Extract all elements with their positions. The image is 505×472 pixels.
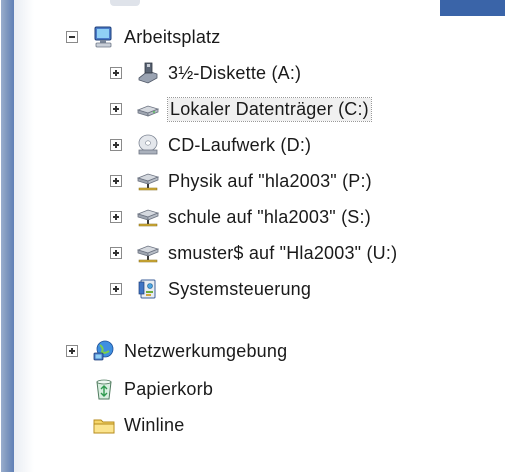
- tree-item-label: Arbeitsplatz: [124, 26, 221, 47]
- cd-drive-icon: [138, 134, 158, 155]
- tree-item-label: Physik auf "hla2003" (P:): [168, 170, 372, 191]
- tree-item-winline[interactable]: Winline: [66, 408, 184, 442]
- network-drive-icon: [136, 245, 160, 263]
- tree-item-local-disk-c[interactable]: Lokaler Datenträger (C:): [110, 92, 372, 126]
- expand-toggle[interactable]: [110, 211, 122, 223]
- tree-item-label: smuster$ auf "Hla2003" (U:): [168, 242, 398, 263]
- folder-tree: Arbeitsplatz 3½-Diskette (A:) Lokaler Da…: [0, 0, 505, 472]
- tree-item-papierkorb[interactable]: Papierkorb: [66, 372, 213, 406]
- tree-item-label: Lokaler Datenträger (C:): [167, 96, 372, 122]
- folder-icon: [93, 419, 115, 434]
- tree-item-label: 3½-Diskette (A:): [168, 62, 302, 83]
- expand-toggle[interactable]: [110, 283, 122, 295]
- expand-toggle[interactable]: [110, 103, 122, 115]
- tree-item-systemsteuerung[interactable]: Systemsteuerung: [110, 272, 311, 306]
- expand-toggle[interactable]: [110, 247, 122, 259]
- tree-item-network-drive-p[interactable]: Physik auf "hla2003" (P:): [110, 164, 372, 198]
- expand-toggle[interactable]: [110, 67, 122, 79]
- tree-item-arbeitsplatz[interactable]: Arbeitsplatz: [66, 20, 220, 54]
- tree-item-label: Papierkorb: [124, 378, 214, 399]
- control-panel-icon: [138, 279, 156, 299]
- expand-toggle[interactable]: [66, 345, 78, 357]
- tree-item-cd-drive-d[interactable]: CD-Laufwerk (D:): [110, 128, 311, 162]
- tree-item-network-drive-u[interactable]: smuster$ auf "Hla2003" (U:): [110, 236, 397, 270]
- floppy-drive-icon: [138, 62, 158, 84]
- network-drive-icon: [136, 173, 160, 191]
- expand-toggle[interactable]: [110, 175, 122, 187]
- tree-item-floppy-a[interactable]: 3½-Diskette (A:): [110, 56, 301, 90]
- tree-item-network-drive-s[interactable]: schule auf "hla2003" (S:): [110, 200, 371, 234]
- tree-item-label: Winline: [124, 414, 185, 435]
- tree-item-label: Netzwerkumgebung: [124, 340, 288, 361]
- tree-item-label: schule auf "hla2003" (S:): [168, 206, 371, 227]
- tree-item-netzwerkumgebung[interactable]: Netzwerkumgebung: [66, 334, 287, 368]
- hard-drive-icon: [136, 105, 160, 117]
- network-drive-icon: [136, 209, 160, 227]
- expand-toggle[interactable]: [110, 139, 122, 151]
- tree-item-label: Systemsteuerung: [168, 278, 312, 299]
- computer-icon: [94, 26, 112, 48]
- recycle-bin-icon: [96, 379, 112, 400]
- collapse-toggle[interactable]: [66, 31, 78, 43]
- network-places-icon: [93, 340, 114, 361]
- tree-item-label: CD-Laufwerk (D:): [168, 134, 312, 155]
